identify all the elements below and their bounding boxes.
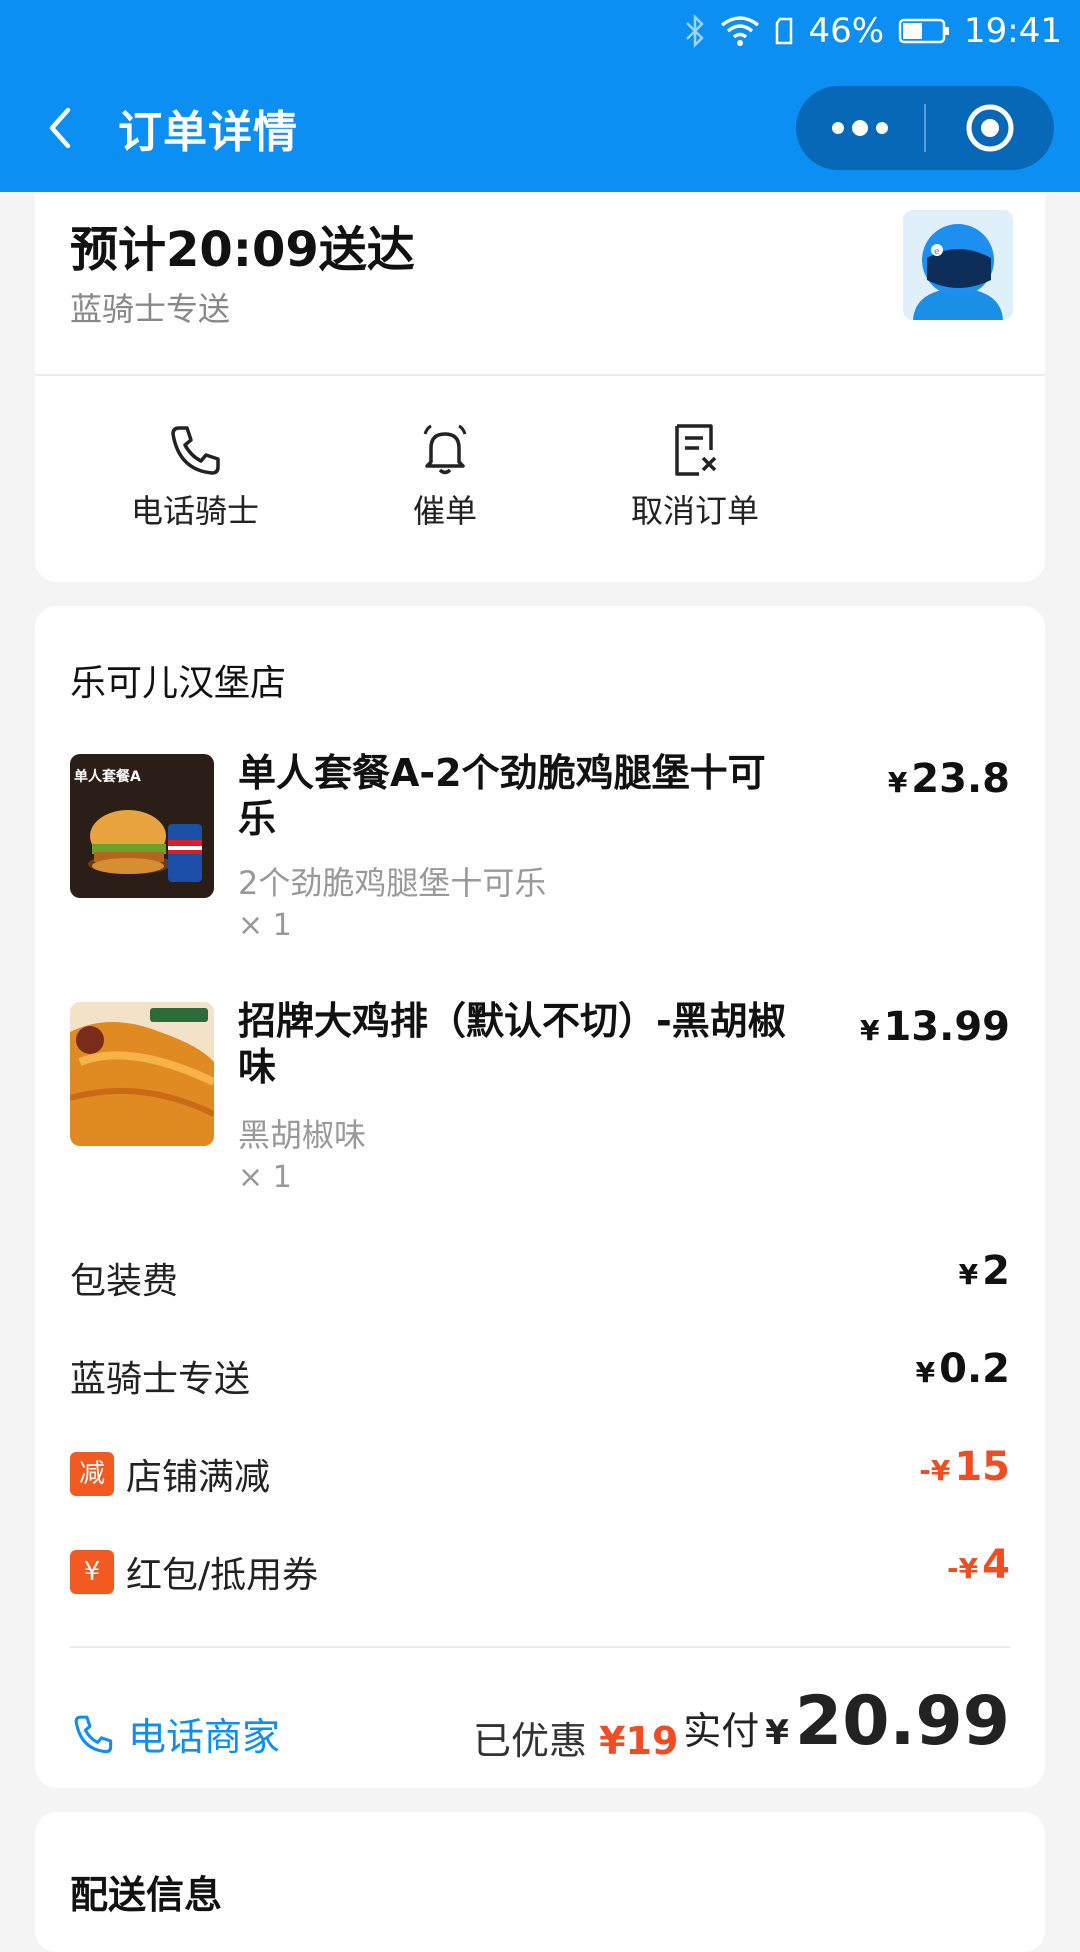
urge-order-button[interactable]: 催单: [345, 420, 545, 532]
mini-program-capsule: [796, 86, 1054, 170]
discount-summary: 已优惠 ¥19: [473, 1710, 678, 1765]
discount-label: 已优惠: [473, 1719, 588, 1763]
item-desc: 黑胡椒味: [238, 1116, 367, 1154]
phone-icon: [165, 420, 225, 480]
paid-total: 实付 ¥ 20.99: [683, 1682, 1010, 1761]
fee-row-packaging: 包装费 ¥2: [70, 1248, 1010, 1308]
cancel-order-label: 取消订单: [630, 492, 759, 530]
chevron-left-icon: [49, 107, 71, 149]
sim-icon: [774, 17, 794, 45]
cancel-order-icon: [665, 420, 725, 480]
nav-bar: 订单详情: [0, 86, 1080, 172]
call-shop-button[interactable]: 电话商家: [70, 1706, 280, 1761]
item-thumbnail: [70, 1002, 214, 1146]
bluetooth-icon: [684, 14, 706, 48]
coupon-tag-icon: ¥: [70, 1550, 114, 1594]
fee-row-store-discount: 减店铺满减 -¥ 15: [70, 1444, 1010, 1504]
eta-text: 预计20:09送达: [70, 222, 415, 278]
back-button[interactable]: [40, 98, 84, 158]
divider: [35, 374, 1045, 376]
delivery-status-card: 预计20:09送达 蓝骑士专送 e 电话骑士 催单 取消订单: [35, 192, 1045, 582]
call-rider-button[interactable]: 电话骑士: [95, 420, 295, 532]
target-icon: [966, 104, 1014, 152]
fee-value: -¥ 15: [919, 1444, 1010, 1490]
phone-icon: [70, 1711, 116, 1757]
clock: 19:41: [964, 11, 1062, 51]
fee-label: 蓝骑士专送: [70, 1359, 251, 1400]
rider-type: 蓝骑士专送: [70, 290, 231, 328]
rider-avatar: e: [903, 210, 1013, 320]
delivery-info-card: 配送信息: [35, 1812, 1045, 1952]
fee-label: 减店铺满减: [70, 1448, 270, 1500]
paid-amount: 20.99: [794, 1682, 1010, 1761]
status-bar: 46% 19:41: [684, 8, 1062, 54]
divider: [70, 1646, 1010, 1648]
fee-row-coupon: ¥ 红包/抵用券 -¥ 4: [70, 1542, 1010, 1602]
wifi-icon: [720, 15, 760, 47]
close-mini-program-button[interactable]: [926, 86, 1054, 170]
order-details-card: 乐可儿汉堡店 单人套餐A 单人套餐A-2个劲脆鸡腿堡十可乐 2个劲脆鸡腿堡十可乐…: [35, 606, 1045, 1788]
fee-value: ¥0.2: [915, 1346, 1010, 1392]
paid-currency: ¥: [765, 1713, 789, 1753]
discount-tag-icon: 减: [70, 1452, 114, 1496]
fee-row-delivery: 蓝骑士专送 ¥0.2: [70, 1346, 1010, 1406]
rider-helmet-icon: e: [903, 210, 1013, 320]
page-title: 订单详情: [118, 107, 298, 158]
order-item: 单人套餐A 单人套餐A-2个劲脆鸡腿堡十可乐 2个劲脆鸡腿堡十可乐 × 1 ¥2…: [70, 751, 1010, 943]
item-qty: × 1: [238, 1160, 292, 1195]
discount-amount: ¥19: [599, 1719, 679, 1763]
app-header: 46% 19:41 订单详情: [0, 0, 1080, 192]
shop-name[interactable]: 乐可儿汉堡店: [70, 654, 286, 706]
item-desc: 2个劲脆鸡腿堡十可乐: [238, 864, 547, 902]
item-qty: × 1: [238, 908, 292, 943]
bell-icon: [415, 420, 475, 480]
delivery-info-title: 配送信息: [70, 1873, 223, 1917]
item-currency: ¥: [859, 1014, 880, 1047]
item-currency: ¥: [887, 766, 908, 799]
call-shop-label: 电话商家: [128, 1715, 281, 1759]
item-name: 招牌大鸡排（默认不切）-黑胡椒味: [238, 999, 786, 1089]
item-price: ¥23.8: [887, 756, 1010, 802]
call-rider-label: 电话骑士: [130, 492, 259, 530]
fee-label: 包装费: [70, 1261, 179, 1302]
svg-text:e: e: [934, 247, 940, 257]
thumbnail-caption: 单人套餐A: [74, 769, 141, 785]
fee-value: -¥ 4: [947, 1542, 1010, 1588]
battery-icon: [898, 17, 950, 45]
item-name: 单人套餐A-2个劲脆鸡腿堡十可乐: [238, 751, 766, 841]
paid-label: 实付: [683, 1709, 760, 1753]
more-dots-icon: [832, 120, 888, 136]
item-thumbnail: 单人套餐A: [70, 754, 214, 898]
urge-order-label: 催单: [412, 492, 477, 530]
more-button[interactable]: [796, 86, 924, 170]
item-price: ¥13.99: [859, 1004, 1010, 1050]
cancel-order-button[interactable]: 取消订单: [595, 420, 795, 532]
order-item: 招牌大鸡排（默认不切）-黑胡椒味 黑胡椒味 × 1 ¥13.99: [70, 999, 1010, 1195]
battery-percent: 46%: [808, 11, 885, 51]
fee-label: ¥ 红包/抵用券: [70, 1546, 318, 1598]
fee-value: ¥2: [958, 1248, 1010, 1294]
